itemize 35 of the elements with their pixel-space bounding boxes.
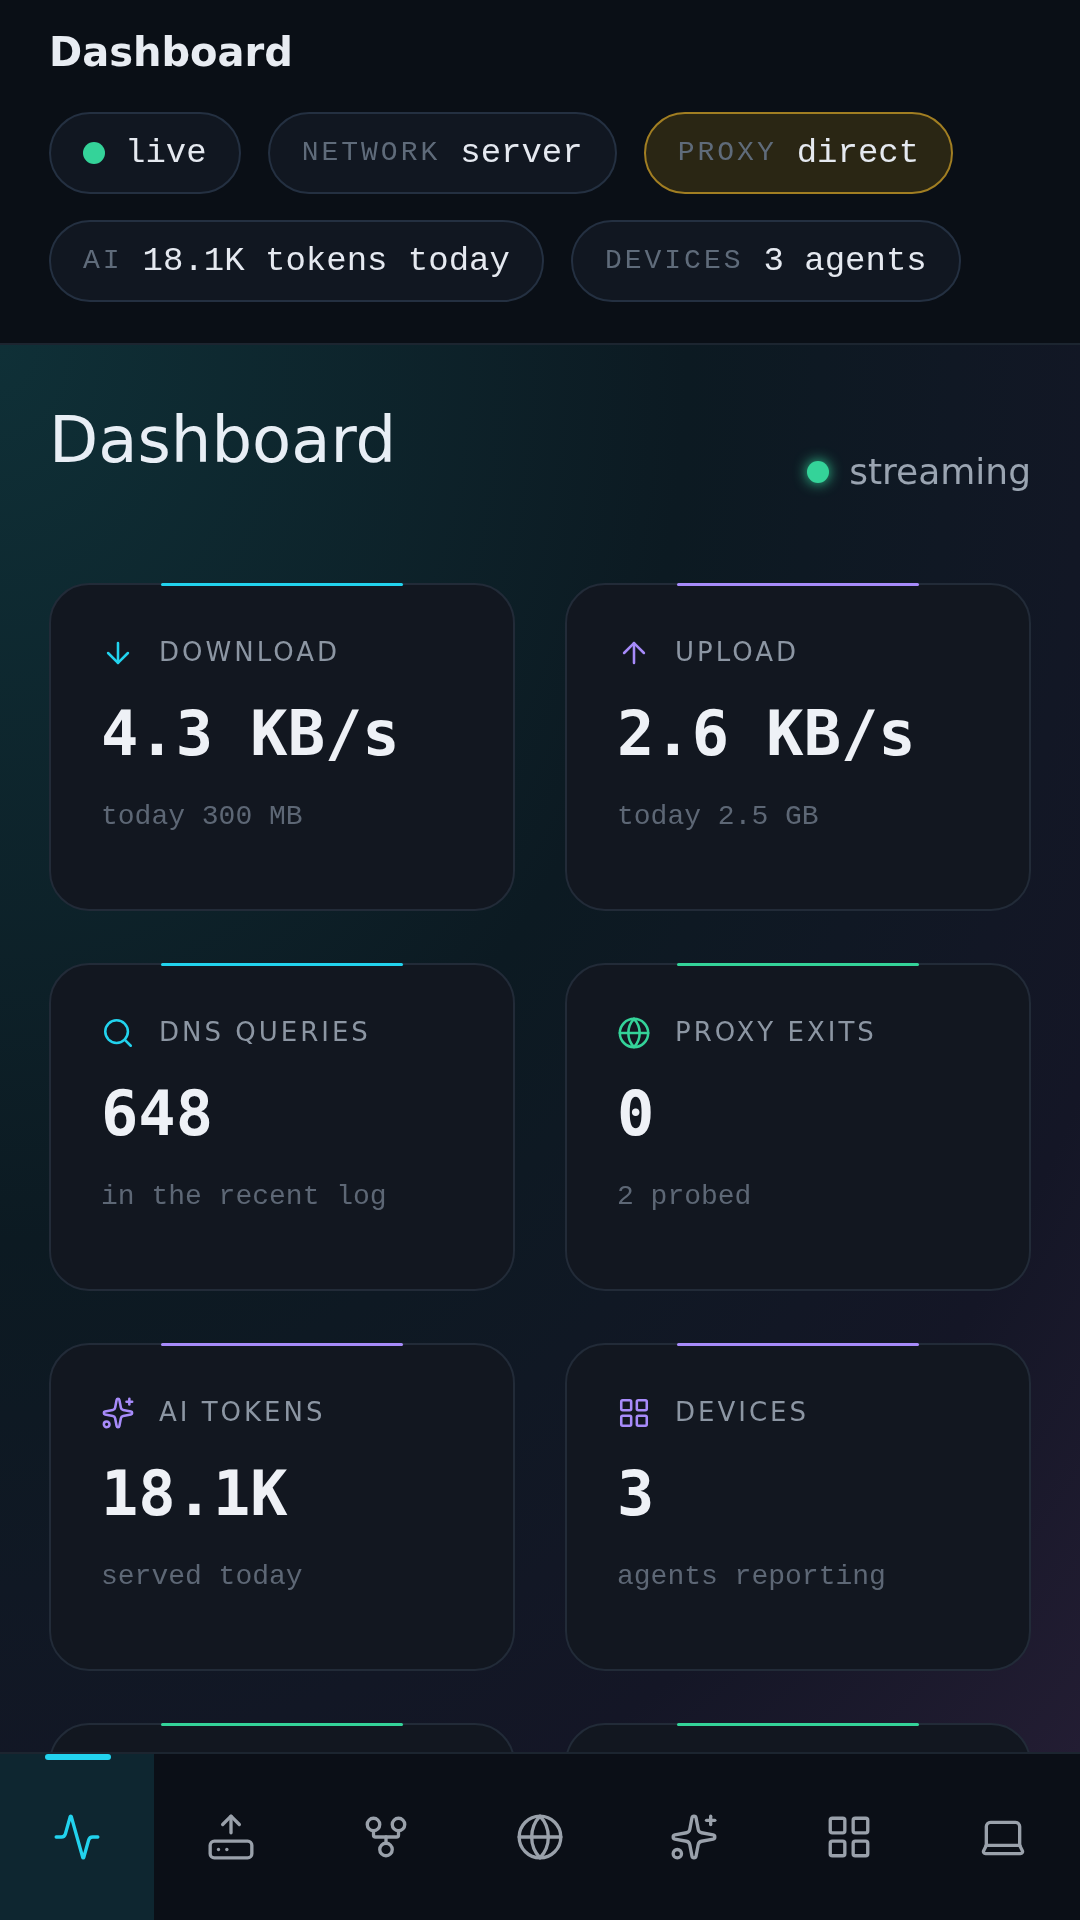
card-value: 648: [101, 1076, 214, 1152]
card-subtext: 2 probed: [617, 1180, 753, 1214]
chip-label: PROXY: [677, 136, 777, 170]
dashboard-title: Dashboard: [49, 402, 397, 479]
card-value: 4.3 KB/s: [101, 696, 401, 772]
streaming-status: streaming: [849, 450, 1031, 494]
globe-icon: [617, 1015, 651, 1050]
nav-tab[interactable]: [0, 1754, 155, 1920]
page-header-title: Dashboard: [49, 28, 294, 77]
card-label: PROXY EXITS: [675, 1016, 877, 1049]
chip-value: 18.1K tokens today: [142, 240, 510, 282]
chip-value: live: [125, 132, 207, 174]
chip-label: NETWORK: [301, 136, 441, 170]
card-subtext: in the recent log: [101, 1180, 388, 1214]
globe-icon: [515, 1812, 565, 1862]
card-label: DEVICES: [675, 1396, 809, 1429]
upload-drive-icon: [206, 1812, 257, 1862]
card-label: DNS QUERIES: [159, 1016, 371, 1049]
card-subtext: today 300 MB: [101, 800, 304, 834]
chip-label: AI: [83, 244, 123, 278]
chip-value: server: [460, 132, 583, 174]
card-subtext: today 2.5 GB: [617, 800, 820, 834]
card-label: DOWNLOAD: [159, 636, 340, 669]
chip-value: direct: [796, 132, 920, 174]
sparkles-icon: [101, 1395, 135, 1430]
card-value: 0: [617, 1076, 656, 1152]
card-value: 18.1K: [101, 1456, 289, 1532]
card-subtext: served today: [101, 1560, 304, 1594]
card-label: AI TOKENS: [159, 1396, 326, 1429]
chip-label: DEVICES: [604, 244, 744, 278]
card-label: UPLOAD: [675, 636, 800, 669]
card-value: 3: [617, 1456, 656, 1532]
card-value: 2.6 KB/s: [617, 696, 917, 772]
card-subtext: agents reporting: [617, 1560, 887, 1594]
chip-value: 3 agents: [763, 240, 927, 282]
